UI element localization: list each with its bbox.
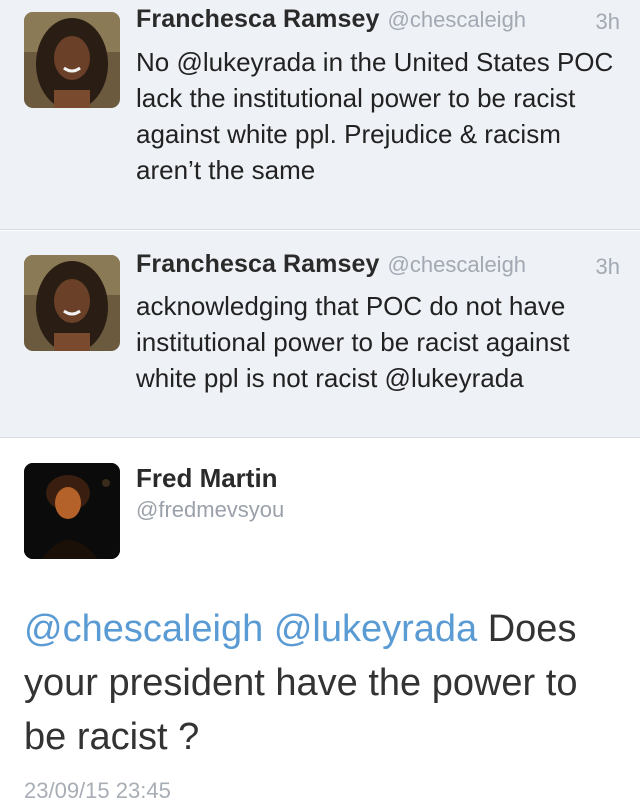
- tweet-header: Franchesca Ramsey @chescaleigh 3h: [136, 250, 620, 290]
- franchesca-avatar[interactable]: [24, 255, 120, 351]
- tweet-time: 3h: [595, 9, 620, 34]
- author-handle[interactable]: @fredmevsyou: [136, 497, 284, 523]
- tweet-item-1[interactable]: Franchesca Ramsey @chescaleigh 3h No @luk…: [0, 0, 640, 230]
- fred-avatar[interactable]: [24, 463, 120, 559]
- tweet-text: No @lukeyrada in the United States POC l…: [136, 47, 614, 185]
- tweet-time: 3h: [595, 254, 620, 279]
- mention-link[interactable]: @chescaleigh: [24, 608, 263, 650]
- mention-link[interactable]: @lukeyrada: [274, 608, 477, 650]
- author-handle[interactable]: @chescaleigh: [388, 7, 527, 32]
- author-name[interactable]: Franchesca Ramsey: [136, 5, 380, 33]
- author-handle[interactable]: @chescaleigh: [388, 252, 527, 277]
- author-name[interactable]: Franchesca Ramsey: [136, 250, 380, 278]
- franchesca-avatar[interactable]: [24, 12, 120, 108]
- tweet-text: acknowledging that POC do not have insti…: [136, 291, 570, 393]
- tweet-detail: Fred Martin @fredmevsyou @chescaleigh @l…: [0, 439, 640, 803]
- tweet-timestamp: 23/09/15 23:45: [24, 778, 171, 803]
- tweet-text: @chescaleigh @lukeyrada Does your presid…: [24, 602, 620, 764]
- tweet-header: Franchesca Ramsey @chescaleigh 3h: [136, 5, 620, 45]
- author-name[interactable]: Fred Martin: [136, 463, 278, 494]
